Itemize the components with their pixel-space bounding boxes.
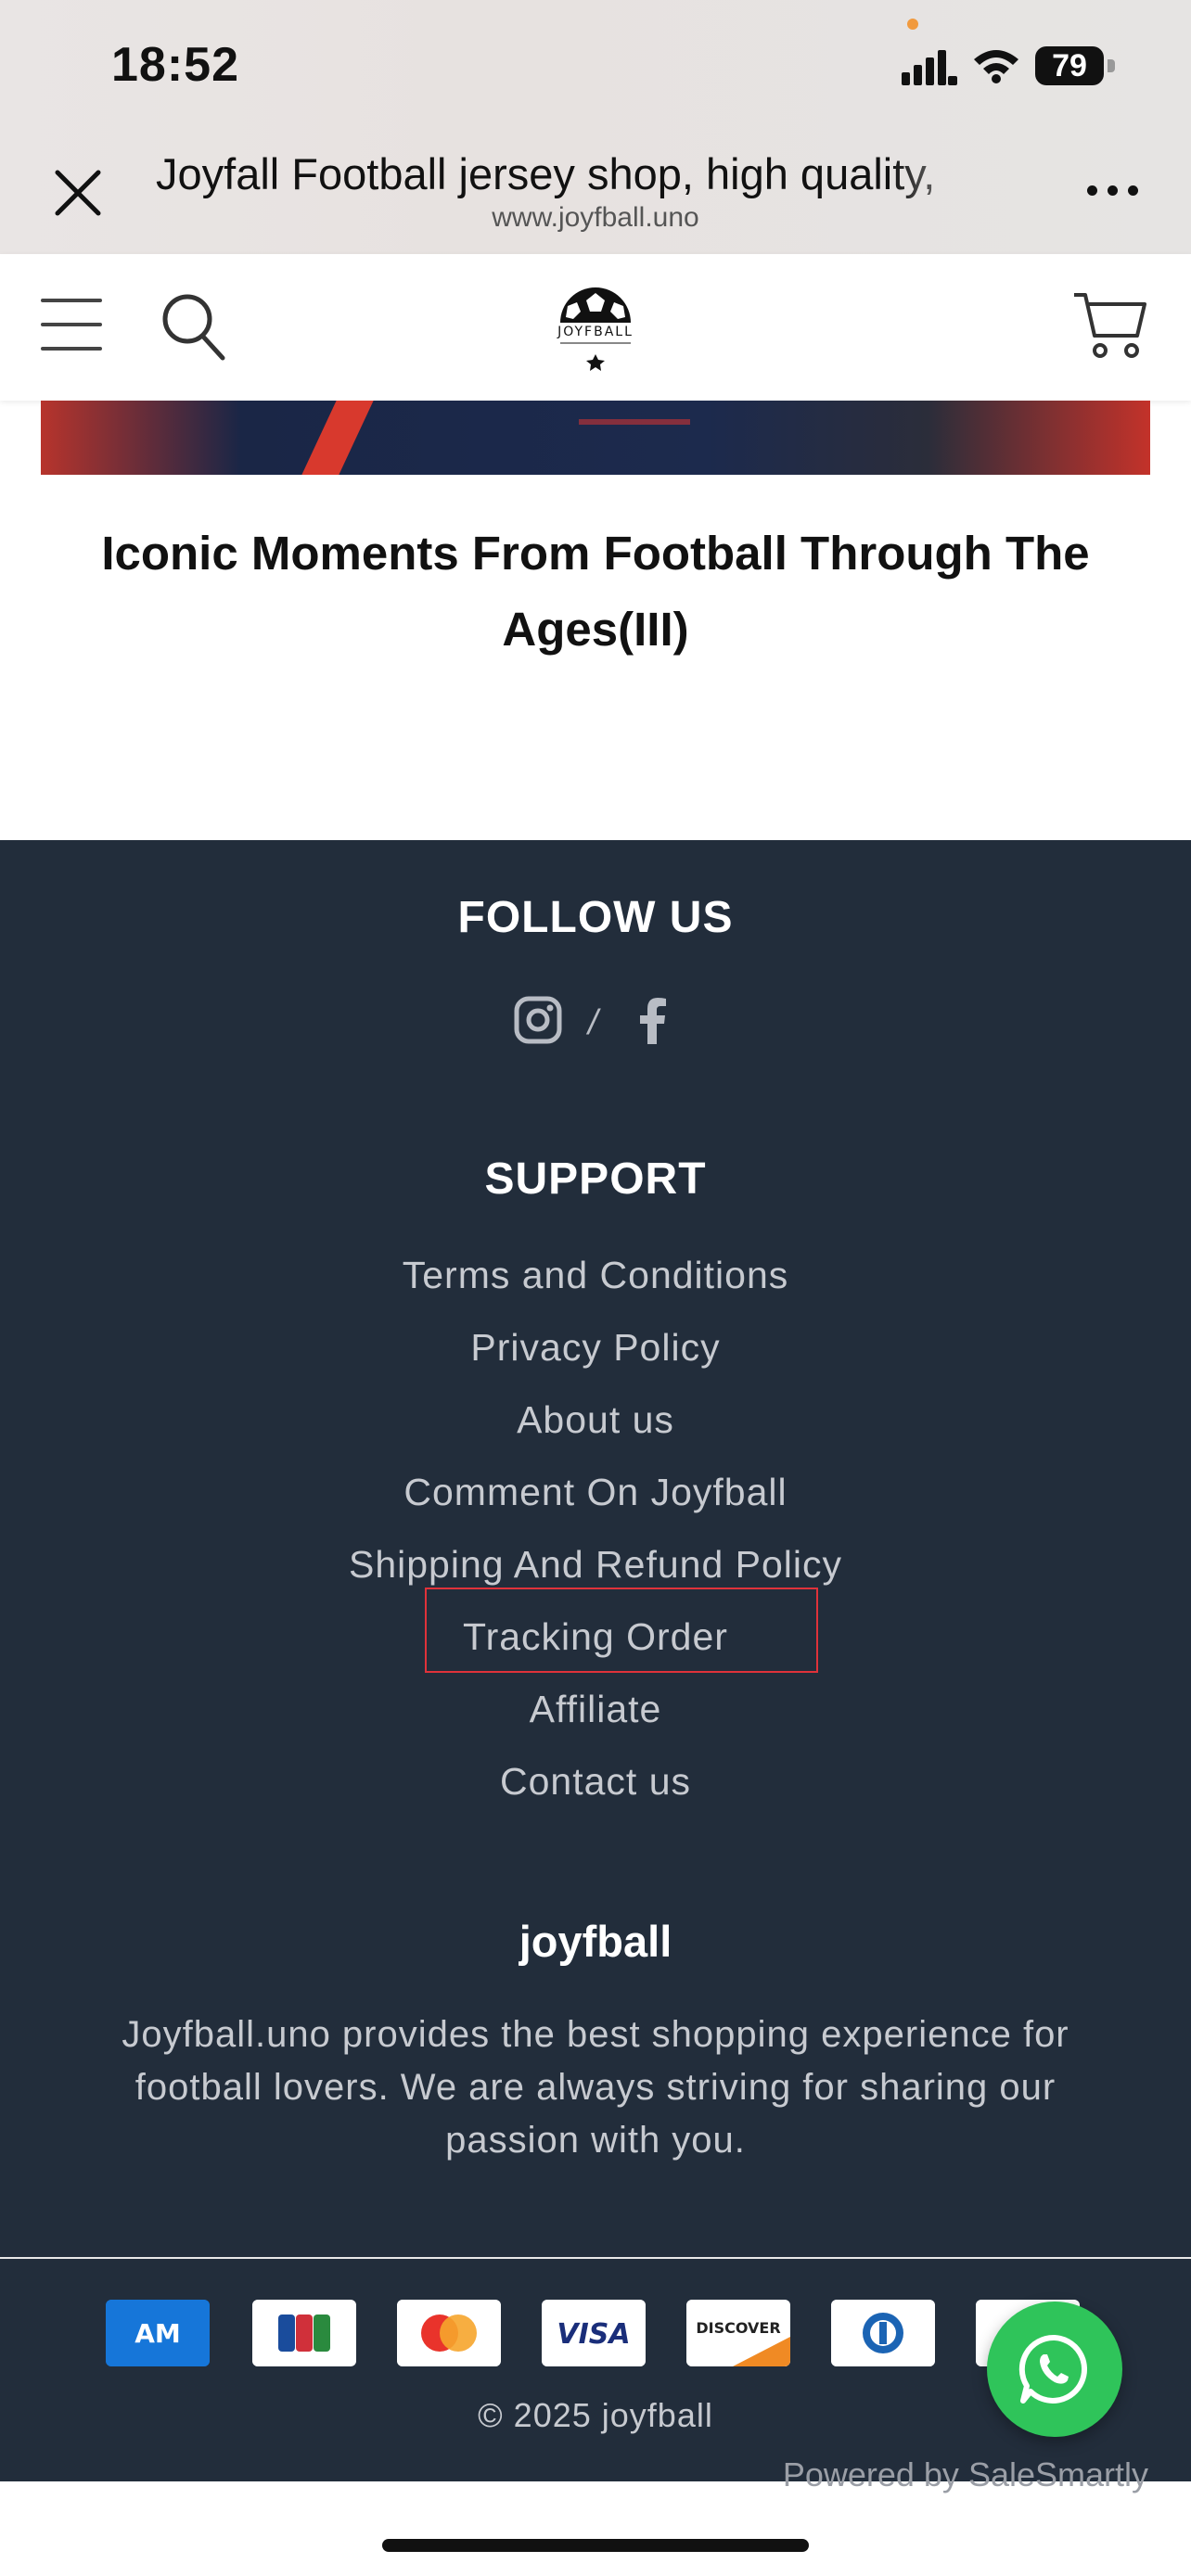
site-header: JOYFBALL <box>0 254 1191 401</box>
article-hero-image[interactable] <box>41 401 1150 475</box>
whatsapp-chat-button[interactable] <box>987 2302 1122 2437</box>
social-links: / <box>0 996 1191 1048</box>
footer-link-contact[interactable]: Contact us <box>0 1745 1191 1817</box>
footer-brand-description: Joyfball.uno provides the best shopping … <box>122 2014 1069 2161</box>
hamburger-menu-icon[interactable] <box>41 299 102 351</box>
cart-icon[interactable] <box>1072 291 1148 362</box>
soccer-ball-logo[interactable]: JOYFBALL <box>540 274 651 378</box>
support-heading: SUPPORT <box>484 1154 707 1204</box>
whatsapp-icon <box>1018 2334 1088 2404</box>
status-time: 18:52 <box>111 38 239 92</box>
support-links-list: Terms and Conditions Privacy Policy Abou… <box>0 1239 1191 1817</box>
browser-page-title: Joyfall Football jersey shop, high quali… <box>156 149 936 198</box>
amex-icon: AM <box>106 2300 210 2366</box>
instagram-icon[interactable] <box>514 996 562 1044</box>
footer-link-affiliate[interactable]: Affiliate <box>0 1673 1191 1745</box>
svg-text:AM: AM <box>134 2318 181 2349</box>
svg-text:VISA: VISA <box>557 2318 630 2351</box>
site-footer: FOLLOW US / SUPPORT Terms and Conditions… <box>0 840 1191 2481</box>
social-separator: / <box>588 1003 598 1042</box>
diners-club-icon <box>831 2300 935 2366</box>
footer-divider <box>0 2257 1191 2259</box>
browser-topbar: 18:52 79 Joyfall Football jersey shop, h… <box>0 0 1191 254</box>
article-title[interactable]: Iconic Moments From Football Through The… <box>41 516 1150 668</box>
battery-level: 79 <box>1035 46 1104 85</box>
cellular-signal-icon <box>902 50 957 85</box>
mastercard-icon <box>397 2300 501 2366</box>
jcb-icon <box>252 2300 356 2366</box>
logo-text: JOYFBALL <box>557 325 634 339</box>
visa-icon: VISA <box>542 2300 646 2366</box>
wifi-icon <box>974 50 1018 83</box>
tracking-order-highlight <box>425 1588 818 1673</box>
privacy-indicator-dot <box>907 19 918 30</box>
footer-link-about[interactable]: About us <box>0 1384 1191 1456</box>
discover-icon: DISCOVER <box>686 2300 790 2366</box>
powered-by-text[interactable]: Powered by SaleSmartly <box>783 2455 1148 2494</box>
search-icon[interactable] <box>160 291 226 362</box>
home-indicator[interactable] <box>382 2539 809 2552</box>
battery-icon: 79 <box>1035 46 1115 85</box>
more-dots-icon[interactable] <box>1087 185 1139 198</box>
footer-link-comment[interactable]: Comment On Joyfball <box>0 1456 1191 1528</box>
footer-link-terms[interactable]: Terms and Conditions <box>0 1239 1191 1311</box>
footer-link-privacy[interactable]: Privacy Policy <box>0 1311 1191 1384</box>
browser-url: www.joyfball.uno <box>492 202 699 233</box>
follow-us-heading: FOLLOW US <box>457 893 734 942</box>
footer-brand-name: joyfball <box>519 1917 672 1966</box>
facebook-icon[interactable] <box>634 998 672 1044</box>
svg-text:DISCOVER: DISCOVER <box>696 2319 780 2337</box>
